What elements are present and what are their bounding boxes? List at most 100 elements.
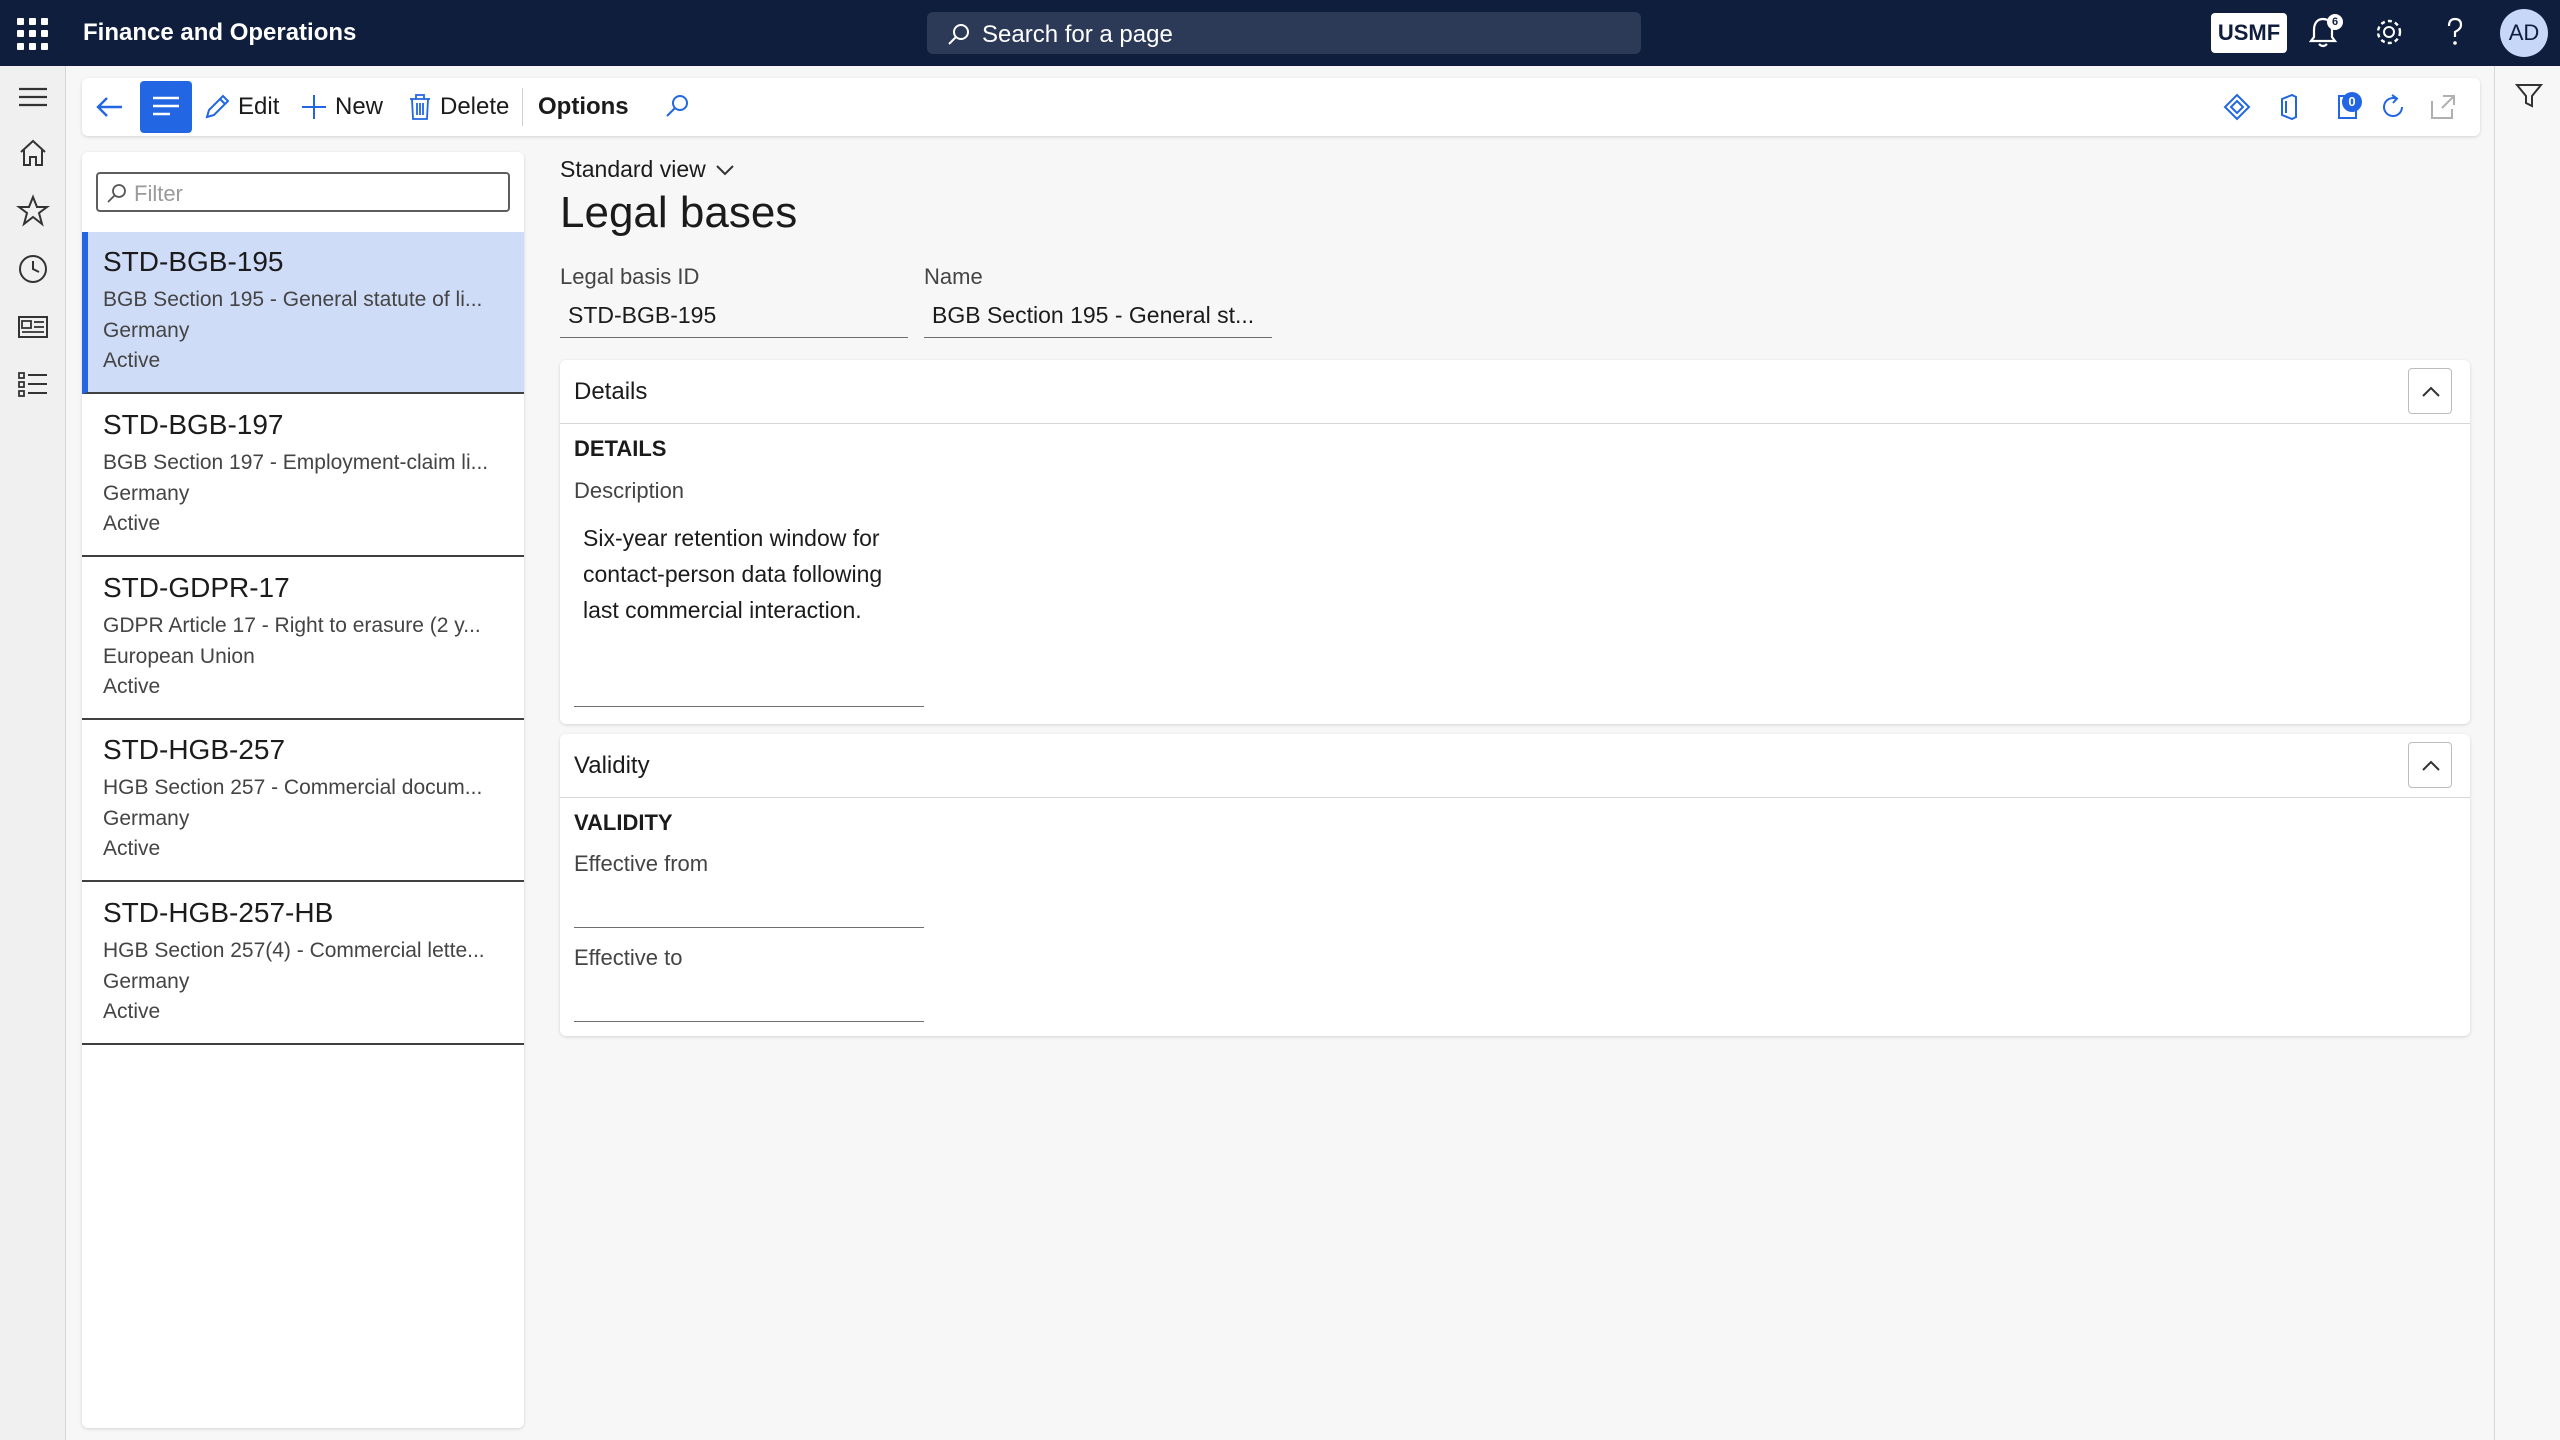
list-item-country: European Union	[103, 645, 255, 668]
list-item-name: HGB Section 257(4) - Commercial lette...	[103, 939, 485, 962]
list-item-name: GDPR Article 17 - Right to erasure (2 y.…	[103, 614, 481, 637]
name-field[interactable]: BGB Section 195 - General st...	[924, 296, 1272, 338]
description-field[interactable]: Six-year retention window for contact-pe…	[583, 520, 923, 628]
help-icon	[2447, 17, 2463, 45]
popout-icon	[2431, 95, 2455, 119]
effective-to-field[interactable]	[574, 978, 924, 1022]
notifications-button[interactable]: 6	[2305, 14, 2343, 52]
new-label: New	[335, 93, 384, 120]
modules-list-icon[interactable]	[16, 368, 50, 402]
hamburger-menu-icon[interactable]	[16, 80, 50, 114]
details-fasttab-title: Details	[574, 378, 648, 405]
list-item-status: Active	[103, 349, 161, 372]
office-button[interactable]	[2274, 78, 2310, 136]
filter-icon	[2514, 84, 2544, 108]
options-tab[interactable]: Options	[538, 78, 629, 136]
power-apps-button[interactable]	[2222, 78, 2258, 136]
list-item-name: BGB Section 195 - General statute of li.…	[103, 288, 483, 311]
recent-clock-icon[interactable]	[16, 252, 50, 286]
list-item-country: Germany	[103, 482, 190, 505]
open-new-window-button[interactable]	[2428, 78, 2464, 136]
back-arrow-icon	[96, 97, 122, 117]
action-search-button[interactable]	[662, 78, 698, 136]
collapse-button[interactable]	[2408, 368, 2452, 414]
right-rail	[2494, 66, 2560, 1440]
notification-count: 6	[2327, 14, 2343, 30]
back-button[interactable]	[94, 78, 132, 136]
list-view-icon	[153, 96, 179, 116]
list-item-status: Active	[103, 512, 161, 535]
navigation-pane	[0, 66, 66, 1440]
search-icon	[666, 95, 688, 117]
details-fasttab-header[interactable]: Details	[560, 360, 2470, 424]
separator	[522, 88, 523, 126]
global-search[interactable]: Search for a page	[927, 12, 1641, 54]
list-item-id: STD-HGB-257-HB	[103, 897, 334, 928]
chevron-down-icon	[716, 164, 734, 175]
diamond-icon	[2223, 93, 2251, 121]
list-item-id: STD-GDPR-17	[103, 572, 290, 603]
search-icon	[948, 24, 969, 45]
list-item[interactable]: STD-BGB-197 BGB Section 197 - Employment…	[82, 395, 524, 557]
home-icon[interactable]	[16, 136, 50, 170]
effective-from-label: Effective from	[574, 851, 709, 876]
chevron-up-icon	[2422, 760, 2440, 771]
filter-pane-button[interactable]	[2513, 80, 2545, 112]
list-item-id: STD-BGB-195	[103, 246, 284, 277]
validity-fasttab-title: Validity	[574, 752, 650, 779]
legal-basis-id-field[interactable]: STD-BGB-195	[560, 296, 908, 338]
list-item-name: HGB Section 257 - Commercial docum...	[103, 776, 483, 799]
list-item[interactable]: STD-HGB-257 HGB Section 257 - Commercial…	[82, 720, 524, 882]
list-view-toggle-button[interactable]	[140, 81, 192, 133]
pencil-icon	[205, 94, 230, 119]
search-icon	[107, 184, 126, 203]
view-selector[interactable]: Standard view	[560, 156, 736, 183]
effective-from-field[interactable]	[574, 884, 924, 928]
effective-to-label: Effective to	[574, 945, 683, 970]
office-icon	[2281, 93, 2297, 121]
list-item[interactable]: STD-HGB-257-HB HGB Section 257(4) - Comm…	[82, 883, 524, 1045]
search-placeholder: Search for a page	[982, 21, 1173, 48]
page-title: Legal bases	[560, 188, 798, 237]
collapse-button[interactable]	[2408, 742, 2452, 788]
attachments-count: 0	[2342, 92, 2362, 112]
app-launcher-icon[interactable]	[17, 18, 49, 50]
list-item-country: Germany	[103, 970, 190, 993]
refresh-icon	[2383, 94, 2403, 117]
edit-label: Edit	[238, 93, 280, 120]
list-item-id: STD-BGB-197	[103, 409, 284, 440]
help-button[interactable]	[2437, 14, 2475, 52]
filter-placeholder: Filter	[134, 181, 183, 206]
refresh-button[interactable]	[2378, 78, 2414, 136]
view-selector-label: Standard view	[560, 156, 706, 182]
validity-fasttab-header[interactable]: Validity	[560, 734, 2470, 798]
list-item-status: Active	[103, 1000, 161, 1023]
delete-label: Delete	[440, 93, 510, 120]
user-avatar[interactable]: AD	[2500, 9, 2548, 57]
validity-section-heading: VALIDITY	[574, 810, 673, 835]
description-underline	[574, 706, 924, 707]
trash-icon	[410, 94, 430, 120]
list-item[interactable]: STD-BGB-195 BGB Section 195 - General st…	[82, 232, 524, 394]
list-item-status: Active	[103, 675, 161, 698]
filter-input[interactable]: Filter	[96, 172, 510, 212]
favorites-star-icon[interactable]	[16, 194, 50, 228]
list-item-status: Active	[103, 837, 161, 860]
attachments-button[interactable]: 0	[2332, 78, 2368, 136]
legal-basis-id-label: Legal basis ID	[560, 264, 700, 289]
details-fasttab: Details DETAILS Description Six-year ret…	[560, 360, 2470, 724]
delete-button[interactable]: Delete	[406, 78, 509, 136]
edit-button[interactable]: Edit	[202, 78, 279, 136]
new-button[interactable]: New	[299, 78, 383, 136]
gear-icon	[2376, 19, 2402, 45]
list-panel: Filter STD-BGB-195 BGB Section 195 - Gen…	[82, 152, 524, 1428]
settings-button[interactable]	[2371, 14, 2409, 52]
description-label: Description	[574, 478, 685, 503]
list-item[interactable]: STD-GDPR-17 GDPR Article 17 - Right to e…	[82, 558, 524, 720]
plus-icon	[302, 95, 326, 119]
workspaces-icon[interactable]	[16, 310, 50, 344]
name-label: Name	[924, 264, 983, 289]
company-selector[interactable]: USMF	[2211, 13, 2287, 53]
validity-fasttab: Validity VALIDITY Effective from Effecti…	[560, 734, 2470, 1036]
list-item-name: BGB Section 197 - Employment-claim li...	[103, 451, 489, 474]
